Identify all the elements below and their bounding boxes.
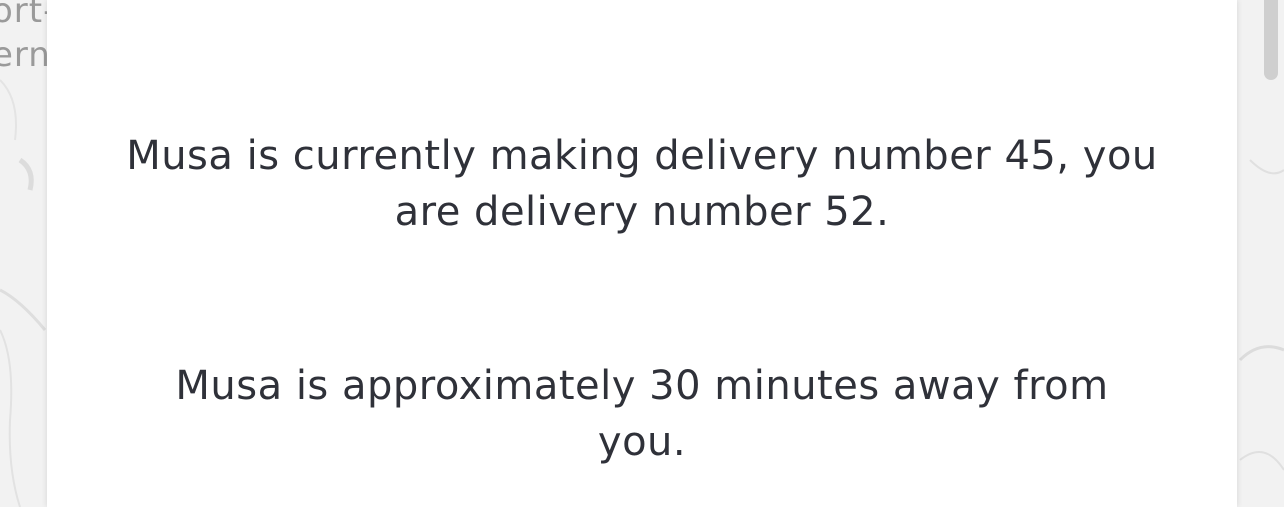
eta-line: you.	[597, 419, 687, 465]
scrollbar-thumb[interactable]	[1264, 0, 1278, 80]
map-place-label: ern	[0, 35, 51, 75]
eta-line: Musa is approximately 30 minutes away fr…	[175, 363, 1109, 409]
eta-text: Musa is approximately 30 minutes away fr…	[47, 358, 1237, 470]
delivery-status-text: Musa is currently making delivery number…	[47, 128, 1237, 240]
delivery-status-line: are delivery number 52.	[394, 189, 890, 235]
delivery-info-modal: Musa is currently making delivery number…	[47, 0, 1237, 507]
delivery-status-line: Musa is currently making delivery number…	[126, 133, 1158, 179]
